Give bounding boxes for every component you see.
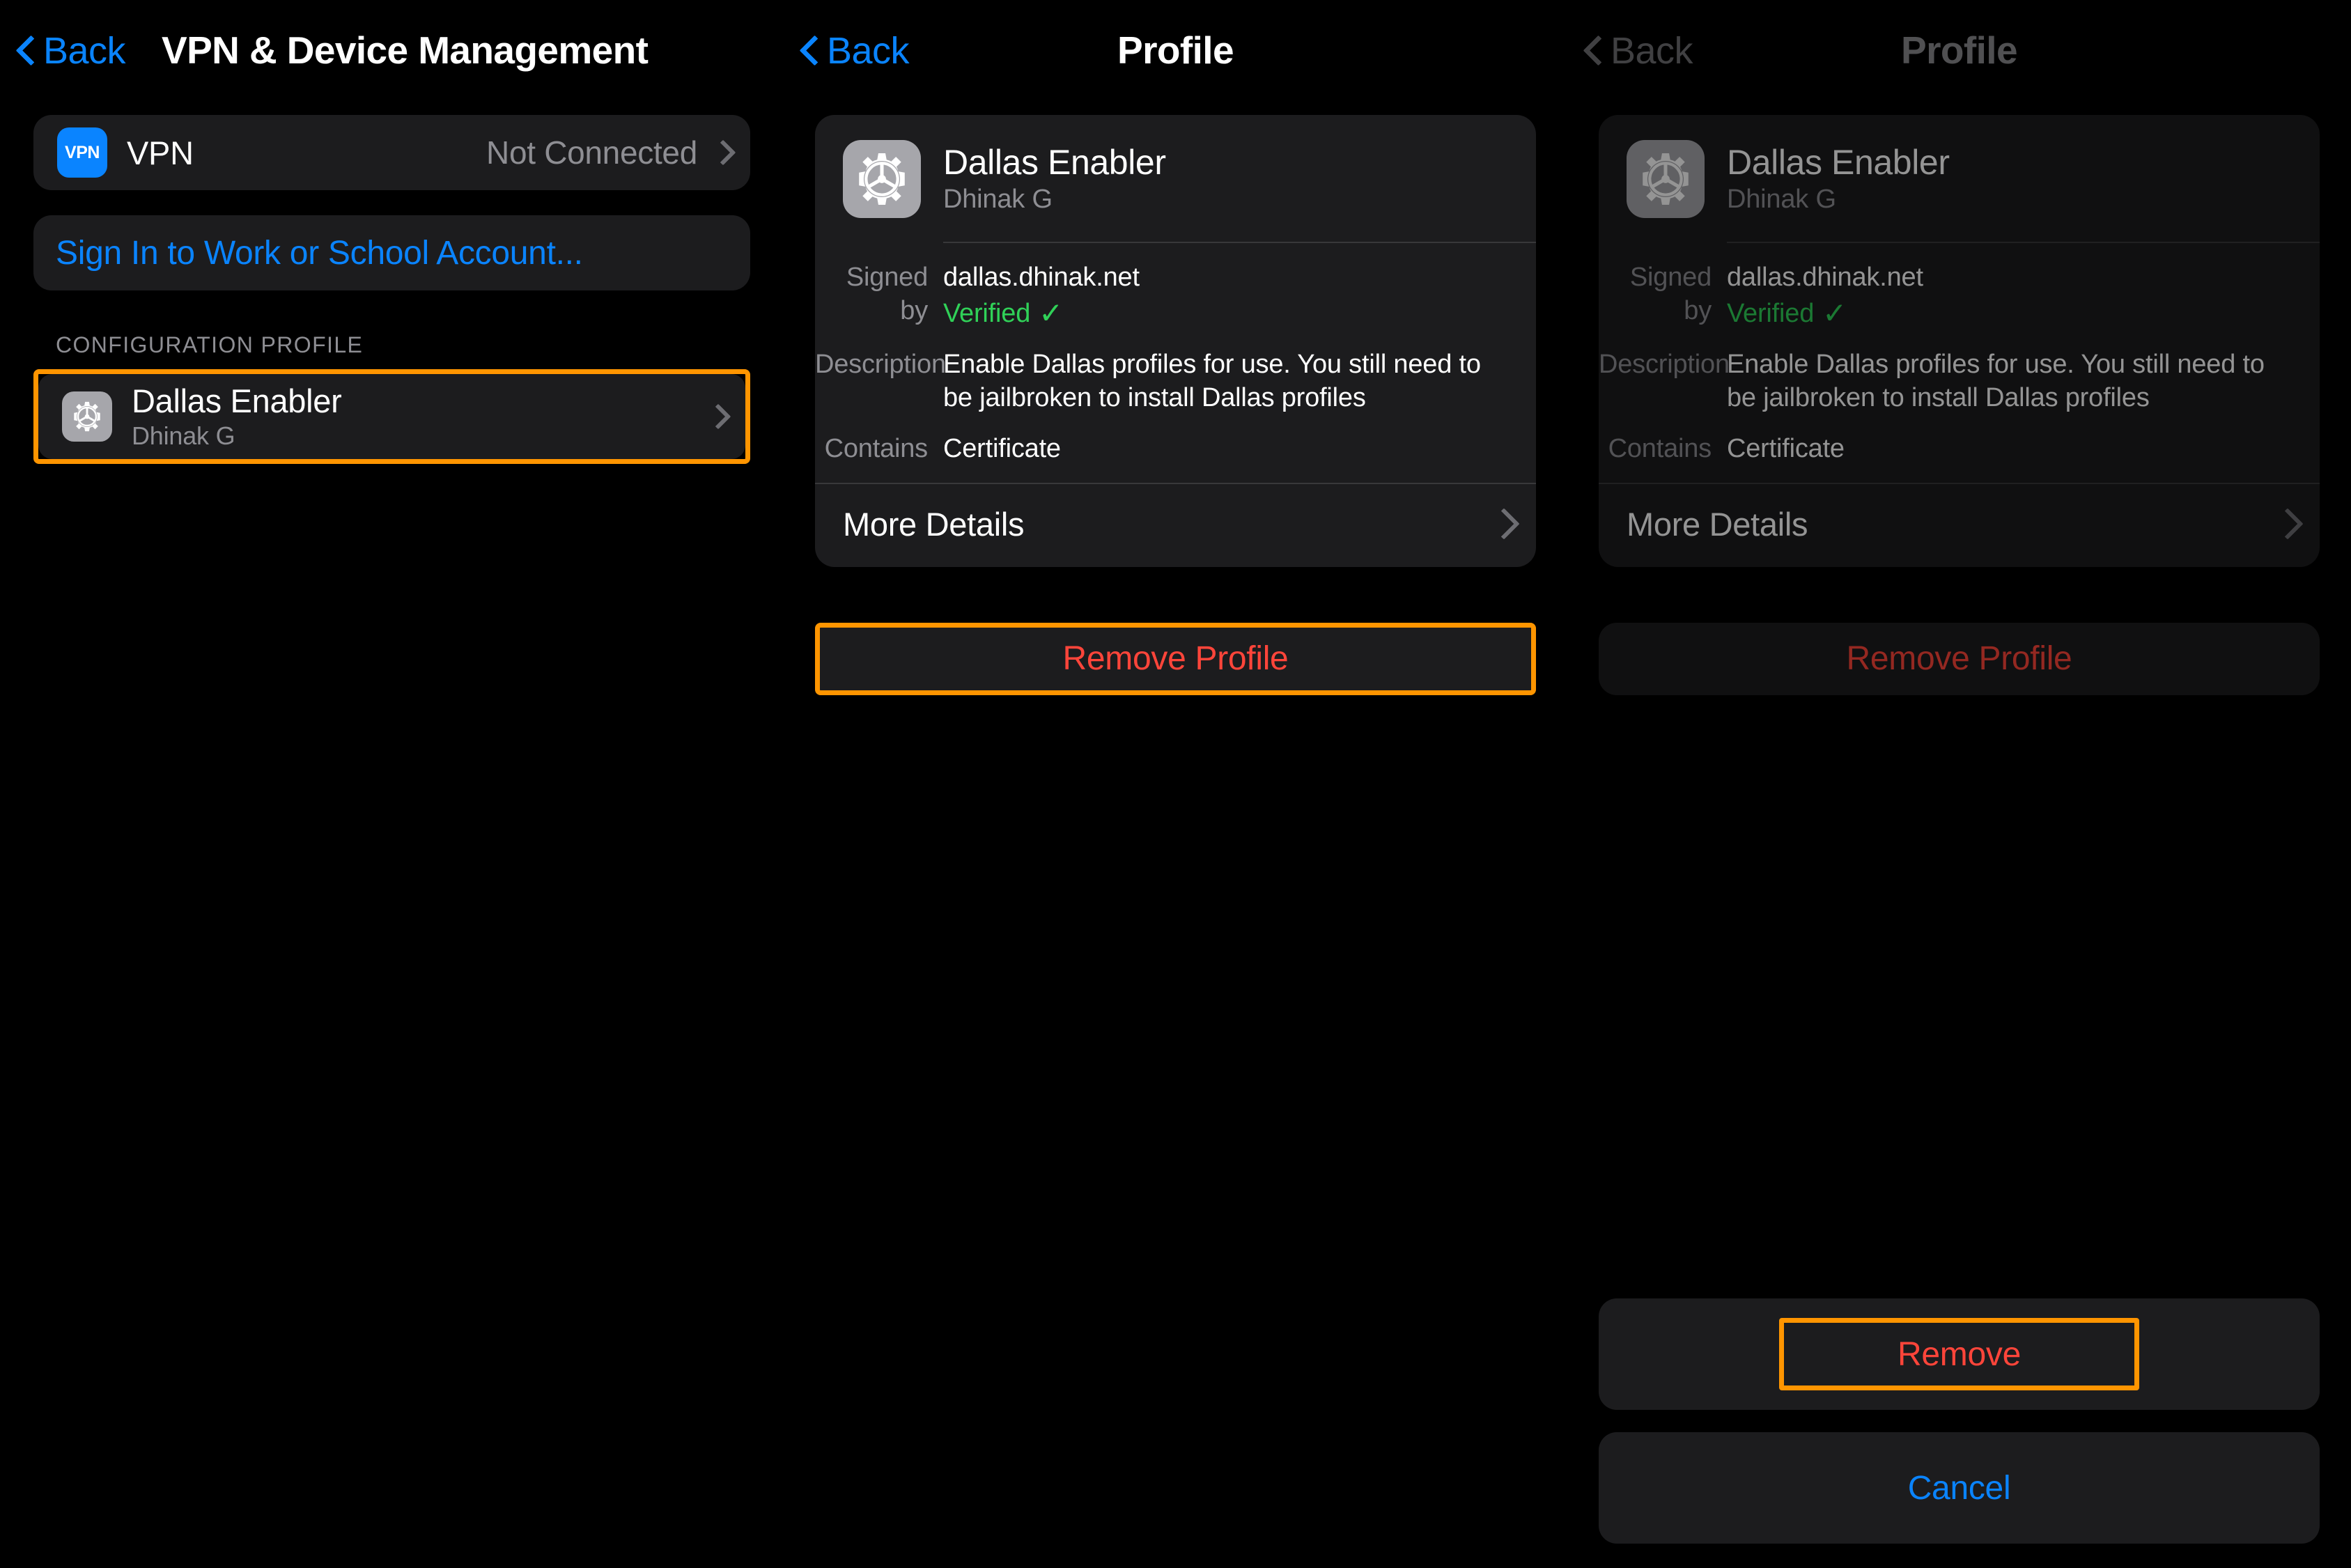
checkmark-icon: ✓ bbox=[1822, 297, 1847, 330]
highlight-ring-remove-profile: Remove Profile bbox=[815, 622, 1536, 695]
right-navbar: Back Profile bbox=[1567, 0, 2351, 115]
back-button-label: Back bbox=[43, 30, 126, 72]
highlight-ring-profile-row: Dallas Enabler Dhinak G bbox=[33, 369, 750, 464]
contains-value: Certificate bbox=[1727, 434, 1845, 463]
dimmed-backdrop-content: Back Profile Dallas Enabler Dhinak G Sig… bbox=[1567, 0, 2351, 695]
field-description: Description Enable Dallas profiles for u… bbox=[1599, 348, 2292, 414]
page-title-right: Profile bbox=[1901, 29, 2018, 72]
middle-navbar: Back Profile bbox=[784, 0, 1567, 115]
remove-profile-section: Remove Profile bbox=[1599, 622, 2320, 695]
field-label: Contains bbox=[1608, 434, 1712, 463]
field-description: Description Enable Dallas profiles for u… bbox=[815, 348, 1508, 414]
gear-glyph bbox=[859, 153, 905, 205]
verified-status: Verified ✓ bbox=[943, 297, 1063, 331]
field-contains: Contains Certificate bbox=[815, 433, 1508, 466]
profile-author: Dhinak G bbox=[943, 185, 1053, 215]
contains-value: Certificate bbox=[943, 434, 1061, 463]
verified-label: Verified bbox=[1727, 298, 1815, 328]
vpn-row-card[interactable]: VPN VPN Not Connected bbox=[33, 115, 750, 190]
field-signed-by: Signed by dallas.dhinak.net Verified ✓ bbox=[815, 261, 1508, 330]
left-body: VPN VPN Not Connected Sign In to Work or… bbox=[0, 115, 784, 464]
description-value: Enable Dallas profiles for use. You stil… bbox=[943, 350, 1481, 412]
remove-profile-button-card: Remove Profile bbox=[1599, 622, 2320, 695]
gear-icon bbox=[62, 391, 112, 442]
chevron-left-icon bbox=[15, 35, 33, 67]
gear-glyph bbox=[1643, 153, 1689, 205]
cancel-button-label: Cancel bbox=[1907, 1469, 2011, 1507]
field-label: Signed by bbox=[846, 263, 928, 325]
field-contains: Contains Certificate bbox=[1599, 433, 2292, 466]
remove-profile-button-card[interactable]: Remove Profile bbox=[815, 622, 1536, 695]
page-title-middle: Profile bbox=[1117, 29, 1234, 72]
signed-by-value: dallas.dhinak.net bbox=[943, 263, 1140, 292]
cancel-button[interactable]: Cancel bbox=[1599, 1432, 2320, 1544]
profile-fields: Signed by dallas.dhinak.net Verified ✓ D… bbox=[1599, 243, 2320, 483]
profile-list-item-title: Dallas Enabler bbox=[132, 382, 342, 420]
vpn-status-value: Not Connected bbox=[486, 134, 697, 171]
chevron-right-icon bbox=[709, 405, 722, 428]
verified-status: Verified ✓ bbox=[1727, 297, 1847, 331]
field-label: Contains bbox=[824, 434, 929, 463]
left-navbar: Back VPN & Device Management bbox=[0, 0, 784, 115]
profile-author: Dhinak G bbox=[1727, 185, 1836, 215]
field-label: Description bbox=[1599, 350, 1730, 379]
profile-list-item-dallas-enabler[interactable]: Dallas Enabler Dhinak G bbox=[38, 374, 745, 459]
vpn-row-label: VPN bbox=[127, 134, 194, 171]
screenshot-root: Back VPN & Device Management VPN VPN Not… bbox=[0, 0, 2351, 1568]
action-sheet: Remove Cancel bbox=[1599, 1298, 2320, 1544]
vpn-icon-label: VPN bbox=[65, 142, 100, 162]
remove-button-label: Remove bbox=[1898, 1335, 2021, 1373]
gear-icon bbox=[1627, 140, 1705, 218]
gear-glyph bbox=[74, 401, 100, 432]
field-label: Signed by bbox=[1629, 263, 1712, 325]
more-details-row: More Details bbox=[1599, 484, 2320, 567]
checkmark-icon: ✓ bbox=[1039, 297, 1064, 330]
right-body: Dallas Enabler Dhinak G Signed by dallas… bbox=[1567, 115, 2351, 695]
more-details-row[interactable]: More Details bbox=[815, 484, 1536, 567]
remove-profile-label: Remove Profile bbox=[1846, 640, 2072, 677]
panel-profile-detail: Back Profile Dallas Enabler Dhinak G Sig… bbox=[784, 0, 1567, 1568]
profile-list-item-texts: Dallas Enabler Dhinak G bbox=[132, 382, 342, 450]
more-details-label: More Details bbox=[843, 505, 1025, 543]
page-title-left: VPN & Device Management bbox=[162, 29, 649, 72]
chevron-right-icon bbox=[714, 141, 727, 164]
sign-in-button[interactable]: Sign In to Work or School Account... bbox=[33, 215, 750, 290]
profile-detail-card: Dallas Enabler Dhinak G Signed by dallas… bbox=[815, 115, 1536, 567]
profile-name: Dallas Enabler bbox=[1727, 142, 1950, 182]
configuration-profile-header: CONFIGURATION PROFILE bbox=[56, 332, 364, 357]
signed-by-value: dallas.dhinak.net bbox=[1727, 263, 1923, 292]
profile-name: Dallas Enabler bbox=[943, 142, 1166, 182]
profile-detail-card: Dallas Enabler Dhinak G Signed by dallas… bbox=[1599, 115, 2320, 567]
profile-detail-titles: Dallas Enabler Dhinak G bbox=[1727, 144, 1950, 214]
action-sheet-remove-row[interactable]: Remove bbox=[1599, 1298, 2320, 1410]
profile-fields: Signed by dallas.dhinak.net Verified ✓ D… bbox=[815, 243, 1536, 483]
sign-in-label: Sign In to Work or School Account... bbox=[56, 234, 583, 272]
field-signed-by: Signed by dallas.dhinak.net Verified ✓ bbox=[1599, 261, 2292, 330]
profile-detail-titles: Dallas Enabler Dhinak G bbox=[943, 144, 1166, 214]
remove-profile-section: Remove Profile bbox=[815, 622, 1536, 695]
vpn-row[interactable]: VPN VPN Not Connected bbox=[33, 115, 750, 190]
remove-profile-label: Remove Profile bbox=[1062, 640, 1289, 677]
middle-body: Dallas Enabler Dhinak G Signed by dallas… bbox=[784, 115, 1567, 695]
highlight-ring-remove: Remove bbox=[1778, 1318, 2140, 1390]
profile-detail-header: Dallas Enabler Dhinak G bbox=[1599, 115, 2320, 242]
gear-icon bbox=[843, 140, 921, 218]
verified-label: Verified bbox=[943, 298, 1031, 328]
field-value-group: dallas.dhinak.net Verified ✓ bbox=[943, 261, 1508, 330]
profile-list-item-subtitle: Dhinak G bbox=[132, 421, 235, 450]
chevron-right-icon bbox=[1493, 511, 1508, 537]
chevron-right-icon bbox=[2276, 511, 2292, 537]
panel-profile-detail-with-action-sheet: Back Profile Dallas Enabler Dhinak G Sig… bbox=[1567, 0, 2351, 1568]
more-details-label: More Details bbox=[1627, 505, 1808, 543]
description-value: Enable Dallas profiles for use. You stil… bbox=[1727, 350, 2265, 412]
field-label: Description bbox=[815, 350, 946, 379]
field-value-group: dallas.dhinak.net Verified ✓ bbox=[1727, 261, 2292, 330]
profile-detail-header: Dallas Enabler Dhinak G bbox=[815, 115, 1536, 242]
back-button-left[interactable]: Back bbox=[15, 29, 126, 72]
panel-vpn-device-management: Back VPN & Device Management VPN VPN Not… bbox=[0, 0, 784, 1568]
vpn-icon: VPN bbox=[57, 127, 107, 178]
